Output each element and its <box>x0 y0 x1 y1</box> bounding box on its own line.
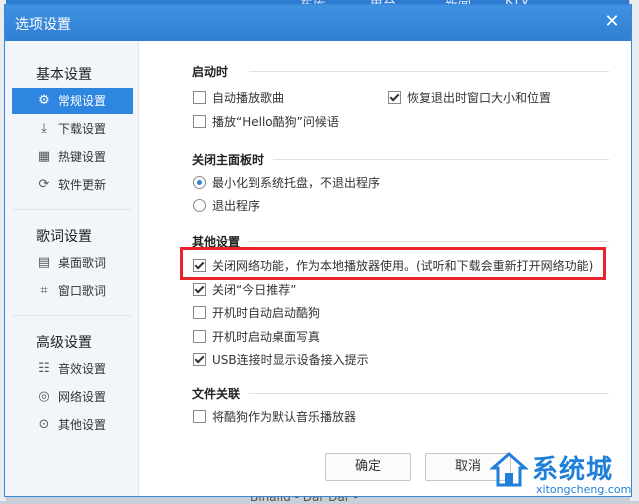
option-label: 开机时自动启动酷狗 <box>212 306 321 320</box>
option-label: 播放“Hello酷狗”问候语 <box>212 115 339 129</box>
option-label: 开机时启动桌面写真 <box>212 330 321 344</box>
house-logo-icon <box>490 452 528 487</box>
red-highlight-box <box>180 247 606 280</box>
minimize-to-tray-radio[interactable]: 最小化到系统托盘，不退出程序 <box>193 174 380 192</box>
sidebar-item-hotkey[interactable]: ▦ 热键设置 <box>12 144 133 170</box>
options-dialog: 选项设置 ✕ 基本设置 ⚙ 常规设置 ⤓ 下载设置 ▦ 热键设置 ⟳ 软件更新 … <box>4 4 632 497</box>
usb-hint-checkbox[interactable]: USB连接时显示设备接入提示 <box>193 351 369 369</box>
sidebar-item-desktop-lyrics[interactable]: ▤ 桌面歌词 <box>12 250 133 276</box>
section-title-assoc: 文件关联 <box>192 387 241 401</box>
option-label: 最小化到系统托盘，不退出程序 <box>212 176 381 190</box>
checkbox-box <box>193 353 206 366</box>
section-divider <box>249 71 609 72</box>
default-player-checkbox[interactable]: 将酷狗作为默认音乐播放器 <box>193 408 356 426</box>
radio-dot <box>193 199 206 212</box>
sidebar-item-update[interactable]: ⟳ 软件更新 <box>12 172 133 198</box>
option-label: 退出程序 <box>212 199 261 213</box>
sidebar-item-label: 音效设置 <box>58 362 107 376</box>
radio-dot <box>193 176 206 189</box>
sidebar-group-advanced: 高级设置 <box>36 335 92 351</box>
option-label: 关闭“今日推荐” <box>212 283 297 297</box>
section-divider <box>249 393 609 394</box>
section-divider <box>249 241 609 242</box>
section-title-startup: 启动时 <box>192 65 229 79</box>
sidebar-item-label: 常规设置 <box>58 94 107 108</box>
greeting-checkbox[interactable]: 播放“Hello酷狗”问候语 <box>193 113 339 131</box>
checkbox-box <box>193 306 206 319</box>
option-label: 将酷狗作为默认音乐播放器 <box>212 410 357 424</box>
sidebar-divider <box>12 209 132 210</box>
window-lyrics-icon: ⌗ <box>40 283 48 298</box>
autoplay-checkbox[interactable]: 自动播放歌曲 <box>193 89 284 107</box>
sidebar-item-window-lyrics[interactable]: ⌗ 窗口歌词 <box>12 278 133 304</box>
autostart-checkbox[interactable]: 开机时自动启动酷狗 <box>193 304 320 322</box>
option-label: USB连接时显示设备接入提示 <box>212 353 369 367</box>
settings-sidebar: 基本设置 ⚙ 常规设置 ⤓ 下载设置 ▦ 热键设置 ⟳ 软件更新 歌词设置 ▤ … <box>5 41 139 496</box>
close-icon[interactable]: ✕ <box>601 11 623 33</box>
sidebar-item-download[interactable]: ⤓ 下载设置 <box>12 116 133 142</box>
equalizer-icon: ☷ <box>38 361 50 376</box>
sidebar-item-label: 网络设置 <box>58 390 107 404</box>
ok-button[interactable]: 确定 <box>325 453 411 481</box>
watermark-url: xitongcheng.com <box>536 483 632 496</box>
gear-icon: ⚙ <box>38 93 50 108</box>
sidebar-item-general[interactable]: ⚙ 常规设置 <box>12 88 133 114</box>
sidebar-item-other[interactable]: ⊙ 其他设置 <box>12 412 133 438</box>
settings-content: 启动时 自动播放歌曲 恢复退出时窗口大小和位置 播放“Hello酷狗”问候语 关… <box>139 41 631 496</box>
dialog-titlebar: 选项设置 ✕ <box>5 5 631 41</box>
section-divider <box>273 159 609 160</box>
desktop-lyrics-icon: ▤ <box>37 255 51 270</box>
more-icon: ⊙ <box>38 417 50 432</box>
checkbox-box <box>193 330 206 343</box>
sidebar-item-sound[interactable]: ☷ 音效设置 <box>12 356 133 382</box>
sidebar-divider <box>12 315 132 316</box>
download-icon: ⤓ <box>41 121 47 136</box>
sidebar-item-label: 桌面歌词 <box>58 256 107 270</box>
sidebar-group-lyrics: 歌词设置 <box>36 229 92 245</box>
checkbox-box <box>193 410 206 423</box>
checkbox-box <box>193 91 206 104</box>
restore-window-checkbox[interactable]: 恢复退出时窗口大小和位置 <box>388 89 551 107</box>
watermark-brand: 系统城 <box>532 455 614 485</box>
desktop-photo-checkbox[interactable]: 开机时启动桌面写真 <box>193 328 320 346</box>
checkbox-box <box>193 115 206 128</box>
section-title-close: 关闭主面板时 <box>192 153 265 167</box>
refresh-icon: ⟳ <box>38 177 50 192</box>
checkbox-box <box>193 283 206 296</box>
sidebar-item-label: 热键设置 <box>58 150 107 164</box>
today-recommend-checkbox[interactable]: 关闭“今日推荐” <box>193 281 296 299</box>
option-label: 自动播放歌曲 <box>212 91 285 105</box>
network-icon: ◎ <box>38 389 50 404</box>
dialog-title: 选项设置 <box>15 17 71 33</box>
site-watermark: 系统城 xitongcheng.com <box>488 449 638 501</box>
option-label: 恢复退出时窗口大小和位置 <box>407 91 552 105</box>
exit-program-radio[interactable]: 退出程序 <box>193 197 260 215</box>
checkbox-box <box>388 91 401 104</box>
sidebar-item-label: 软件更新 <box>58 178 107 192</box>
sidebar-item-label: 其他设置 <box>58 418 107 432</box>
keyboard-icon: ▦ <box>37 149 51 164</box>
sidebar-item-label: 窗口歌词 <box>58 284 107 298</box>
sidebar-item-label: 下载设置 <box>58 122 107 136</box>
sidebar-group-basic: 基本设置 <box>36 67 92 83</box>
sidebar-item-network[interactable]: ◎ 网络设置 <box>12 384 133 410</box>
